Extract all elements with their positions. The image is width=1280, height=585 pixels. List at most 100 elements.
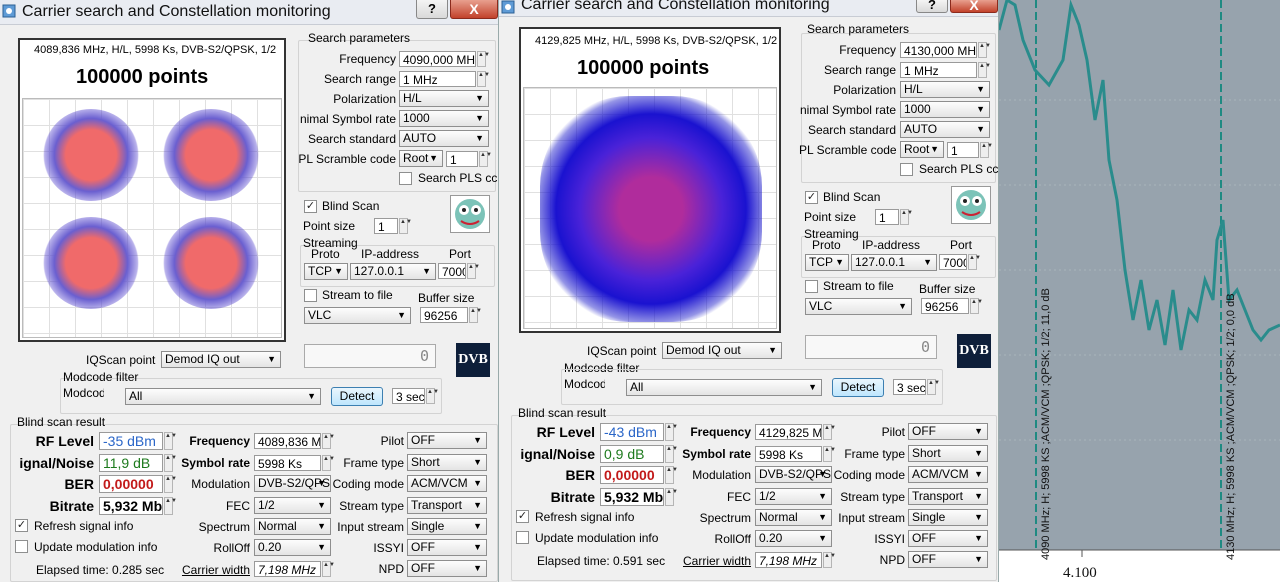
polarization-select[interactable]: H/L ▼	[900, 81, 990, 98]
point-size-spinner[interactable]: ▲▼	[399, 218, 412, 234]
polarization-select[interactable]: H/L ▼	[399, 90, 489, 107]
stream-to-file-checkbox[interactable]	[805, 280, 818, 293]
signal-noise-spinner[interactable]: ▲▼	[164, 454, 177, 472]
search-range-spinner[interactable]: ▲▼	[477, 71, 490, 87]
symbol-rate-select[interactable]: 1000 ▼	[399, 110, 489, 127]
fec-select[interactable]: 1/2 ▼	[755, 488, 832, 505]
chevron-down-icon: ▼	[317, 478, 326, 488]
modulation-select[interactable]: DVB-S2/QPS ▼	[755, 466, 832, 483]
player-select[interactable]: VLC ▼	[304, 307, 411, 324]
input-stream-select[interactable]: Single ▼	[908, 509, 988, 526]
proto-select[interactable]: TCP ▼	[304, 263, 348, 280]
help-button[interactable]: ?	[416, 0, 448, 19]
npd-select[interactable]: OFF ▼	[908, 551, 988, 568]
pilot-select[interactable]: OFF ▼	[908, 423, 988, 440]
player-select[interactable]: VLC ▼	[805, 298, 912, 315]
bitrate-spinner[interactable]: ▲▼	[665, 488, 678, 506]
ber-spinner[interactable]: ▲▼	[164, 475, 177, 493]
issyi-select[interactable]: OFF ▼	[908, 530, 988, 547]
pl-scramble-value[interactable]: 1	[446, 151, 478, 167]
search-standard-select[interactable]: AUTO ▼	[900, 121, 990, 138]
frequency-spinner[interactable]: ▲▼	[477, 51, 490, 67]
interval-spinner[interactable]: ▲▼	[927, 379, 940, 395]
npd-select[interactable]: OFF ▼	[407, 560, 487, 577]
carrier-width-label[interactable]: Carrier width	[669, 554, 751, 568]
ber-spinner[interactable]: ▲▼	[665, 466, 678, 484]
frame-type-select[interactable]: Short ▼	[908, 445, 988, 462]
buffer-size-spinner[interactable]: ▲▼	[970, 298, 983, 314]
rf-level-spinner[interactable]: ▲▼	[665, 423, 678, 441]
stream-type-select[interactable]: Transport ▼	[908, 488, 988, 505]
search-range-input[interactable]: 1 MHz	[399, 71, 476, 87]
input-stream-select[interactable]: Single ▼	[407, 518, 487, 535]
pl-scramble-spinner[interactable]: ▲▼	[980, 142, 993, 158]
point-size-spinner[interactable]: ▲▼	[900, 209, 913, 225]
detect-button[interactable]: Detect	[331, 387, 383, 406]
rf-level-value: -35 dBm	[99, 432, 163, 450]
buffer-size-spinner[interactable]: ▲▼	[469, 307, 482, 323]
fec-select[interactable]: 1/2 ▼	[254, 497, 331, 514]
buffer-size-input[interactable]: 96256	[420, 307, 468, 323]
bitrate-spinner[interactable]: ▲▼	[164, 497, 177, 515]
update-modulation-label: Update modulation info	[34, 540, 158, 554]
modcode-select[interactable]: All ▼	[125, 388, 321, 405]
pl-scramble-mode-select[interactable]: Root ▼	[399, 150, 443, 167]
spectrum-select[interactable]: Normal ▼	[755, 509, 832, 526]
help-button[interactable]: ?	[916, 0, 948, 13]
modcode-select[interactable]: All ▼	[626, 379, 822, 396]
search-standard-select[interactable]: AUTO ▼	[399, 130, 489, 147]
ip-address-select[interactable]: 127.0.0.1 ▼	[350, 263, 436, 280]
frame-type-select[interactable]: Short ▼	[407, 454, 487, 471]
frequency-spinner[interactable]: ▲▼	[978, 42, 991, 58]
buffer-size-input[interactable]: 96256	[921, 298, 969, 314]
point-size-input[interactable]: 1	[875, 209, 899, 225]
modulation-select[interactable]: DVB-S2/QPS ▼	[254, 475, 331, 492]
detect-button[interactable]: Detect	[832, 378, 884, 397]
refresh-signal-checkbox[interactable]: ✓	[15, 519, 28, 532]
coding-mode-select[interactable]: ACM/VCM ▼	[407, 475, 487, 492]
rolloff-select[interactable]: 0.20 ▼	[755, 530, 832, 547]
rf-level-spinner[interactable]: ▲▼	[164, 432, 177, 450]
blind-scan-checkbox[interactable]: ✓	[805, 191, 818, 204]
close-button[interactable]: X	[450, 0, 498, 19]
interval-input[interactable]: 3 sec	[392, 388, 425, 404]
stream-type-select[interactable]: Transport ▼	[407, 497, 487, 514]
port-input[interactable]: 7000	[438, 263, 466, 279]
close-button[interactable]: X	[950, 0, 998, 13]
symbol-rate-select[interactable]: 1000 ▼	[900, 101, 990, 118]
update-modulation-checkbox[interactable]	[15, 540, 28, 553]
frequency-input[interactable]: 4130,000 MHz	[900, 42, 977, 58]
rolloff-select[interactable]: 0.20 ▼	[254, 539, 331, 556]
port-input[interactable]: 7000	[939, 254, 967, 270]
signal-noise-spinner[interactable]: ▲▼	[665, 445, 678, 463]
pl-scramble-mode-select[interactable]: Root ▼	[900, 141, 944, 158]
pl-scramble-spinner[interactable]: ▲▼	[479, 151, 492, 167]
iqscan-select[interactable]: Demod IQ out ▼	[161, 351, 281, 368]
search-range-spinner[interactable]: ▲▼	[978, 62, 991, 78]
pl-scramble-value[interactable]: 1	[947, 142, 979, 158]
symbol-rate-value: 1000	[904, 102, 931, 116]
interval-input[interactable]: 3 sec	[893, 379, 926, 395]
proto-select[interactable]: TCP ▼	[805, 254, 849, 271]
issyi-select[interactable]: OFF ▼	[407, 539, 487, 556]
signal-noise-value: 11,9 dB	[99, 454, 163, 472]
search-range-input[interactable]: 1 MHz	[900, 62, 977, 78]
search-pls-checkbox[interactable]	[399, 172, 412, 185]
refresh-signal-checkbox[interactable]: ✓	[516, 510, 529, 523]
search-pls-checkbox[interactable]	[900, 163, 913, 176]
frequency-input[interactable]: 4090,000 MHz	[399, 51, 476, 67]
carrier-width-label[interactable]: Carrier width	[168, 563, 250, 577]
chevron-down-icon: ▼	[473, 500, 482, 510]
ip-address-select[interactable]: 127.0.0.1 ▼	[851, 254, 937, 271]
point-size-input[interactable]: 1	[374, 218, 398, 234]
pilot-select[interactable]: OFF ▼	[407, 432, 487, 449]
port-spinner[interactable]: ▲▼	[968, 254, 981, 270]
spectrum-select[interactable]: Normal ▼	[254, 518, 331, 535]
iqscan-select[interactable]: Demod IQ out ▼	[662, 342, 782, 359]
port-spinner[interactable]: ▲▼	[467, 263, 480, 279]
coding-mode-select[interactable]: ACM/VCM ▼	[908, 466, 988, 483]
update-modulation-checkbox[interactable]	[516, 531, 529, 544]
blind-scan-checkbox[interactable]: ✓	[304, 200, 317, 213]
interval-spinner[interactable]: ▲▼	[426, 388, 439, 404]
stream-to-file-checkbox[interactable]	[304, 289, 317, 302]
